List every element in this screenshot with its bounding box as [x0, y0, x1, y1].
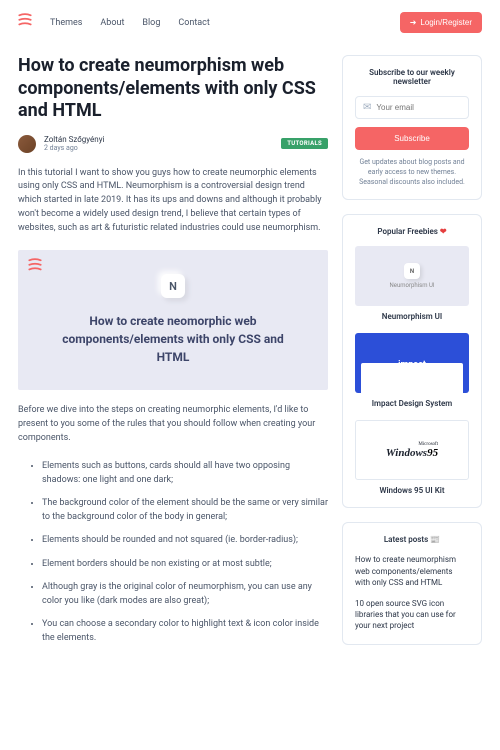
latest-posts-card: Latest posts 📰 How to create neumorphism…: [342, 522, 482, 644]
email-input-wrap[interactable]: ✉: [355, 96, 469, 119]
freebie-label: Windows 95 UI Kit: [355, 486, 469, 495]
login-button[interactable]: ➜ Login/Register: [400, 12, 482, 33]
freebie-thumb-win95: MicrosoftWindows95: [355, 420, 469, 480]
avatar: [18, 135, 36, 153]
newsletter-card: Subscribe to our weekly newsletter ✉ Sub…: [342, 55, 482, 200]
nav-about[interactable]: About: [100, 18, 124, 28]
newsletter-note: Get updates about blog posts and early a…: [355, 158, 469, 187]
newsletter-title: Subscribe to our weekly newsletter: [355, 68, 469, 86]
list-item: Element borders should be non existing o…: [42, 558, 328, 572]
hero-title: How to create neomorphic web components/…: [48, 312, 298, 366]
latest-title: Latest posts 📰: [355, 535, 469, 544]
freebie-item[interactable]: impact Impact Design System: [355, 333, 469, 408]
intro-paragraph: In this tutorial I want to show you guys…: [18, 167, 328, 237]
subscribe-button[interactable]: Subscribe: [355, 127, 469, 150]
freebies-card: Popular Freebies ❤ N Neumorphism UI Neum…: [342, 214, 482, 508]
logo-icon[interactable]: [18, 13, 32, 33]
hero-n-icon: N: [161, 274, 185, 298]
sidebar: Subscribe to our weekly newsletter ✉ Sub…: [342, 55, 482, 655]
email-field[interactable]: [376, 103, 461, 112]
hero-banner: N How to create neomorphic web component…: [18, 250, 328, 390]
nav-themes[interactable]: Themes: [50, 18, 82, 28]
list-item: Elements such as buttons, cards should a…: [42, 460, 328, 487]
freebie-label: Impact Design System: [355, 399, 469, 408]
top-nav: Themes About Blog Contact ➜ Login/Regist…: [0, 0, 500, 45]
heart-icon: ❤: [440, 227, 447, 236]
list-item: The background color of the element shou…: [42, 497, 328, 524]
freebies-title: Popular Freebies ❤: [355, 227, 469, 236]
rules-list: Elements such as buttons, cards should a…: [18, 460, 328, 645]
freebie-item[interactable]: MicrosoftWindows95 Windows 95 UI Kit: [355, 420, 469, 495]
author-name: Zoltán Szőgyényi: [44, 135, 104, 144]
list-item: Although gray is the original color of n…: [42, 581, 328, 608]
list-item: Elements should be rounded and not squar…: [42, 534, 328, 548]
category-badge[interactable]: TUTORIALS: [281, 138, 328, 149]
page-title: How to create neumorphism web components…: [18, 55, 328, 123]
post-link[interactable]: 10 open source SVG icon libraries that y…: [355, 598, 469, 632]
nav-blog[interactable]: Blog: [142, 18, 160, 28]
freebie-label: Neumorphism UI: [355, 312, 469, 321]
freebie-thumb-impact: impact: [355, 333, 469, 393]
publish-date: 2 days ago: [44, 144, 104, 152]
post-link[interactable]: How to create neumorphism web components…: [355, 554, 469, 588]
envelope-icon: ✉: [363, 102, 371, 113]
freebie-item[interactable]: N Neumorphism UI Neumorphism UI: [355, 246, 469, 321]
byline: Zoltán Szőgyényi 2 days ago TUTORIALS: [18, 135, 328, 153]
freebie-thumb-neumorphism: N Neumorphism UI: [355, 246, 469, 306]
login-icon: ➜: [410, 18, 417, 27]
article-main: How to create neumorphism web components…: [18, 55, 328, 655]
hero-logo-icon: [28, 258, 42, 278]
nav-contact[interactable]: Contact: [178, 18, 209, 28]
newspaper-icon: 📰: [430, 535, 440, 544]
login-label: Login/Register: [420, 18, 472, 27]
list-item: You can choose a secondary color to high…: [42, 618, 328, 645]
rules-intro: Before we dive into the steps on creatin…: [18, 404, 328, 446]
